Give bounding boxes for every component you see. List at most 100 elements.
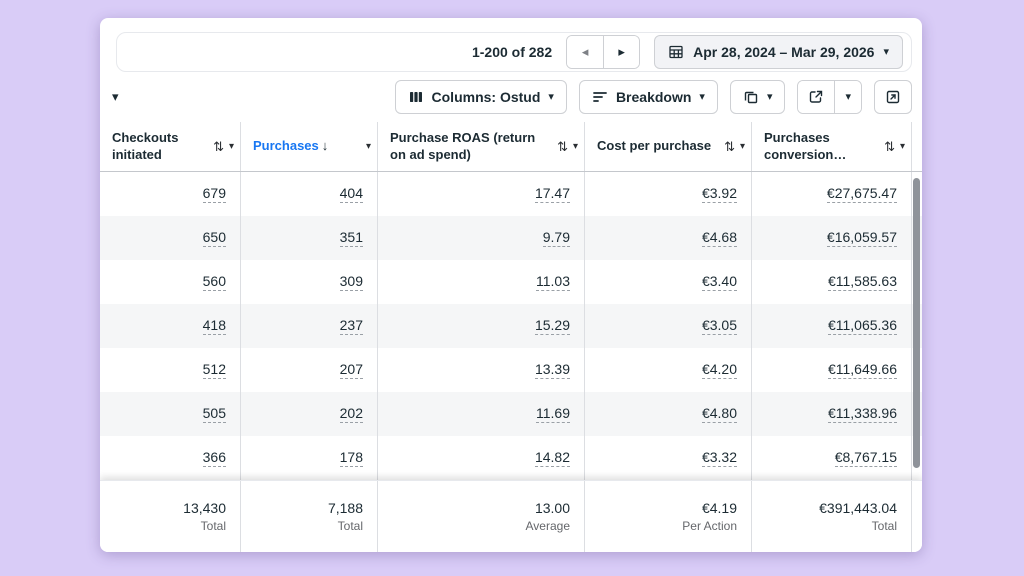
table-cell: €3.32 xyxy=(585,436,752,480)
export-button[interactable] xyxy=(798,81,834,113)
table-cell: €3.92 xyxy=(585,172,752,216)
table-row: 67940417.47€3.92€27,675.47 xyxy=(100,172,922,216)
metric-value: 679 xyxy=(203,185,226,203)
columns-icon xyxy=(408,89,424,105)
sort-icon[interactable]: ⇅ xyxy=(724,140,735,153)
total-cell: €4.19 Per Action xyxy=(585,481,752,552)
next-icon: ▸ xyxy=(618,44,625,60)
breakdown-button-label: Breakdown xyxy=(616,89,691,105)
table-body: 67940417.47€3.92€27,675.476503519.79€4.6… xyxy=(100,172,922,480)
metric-value: 9.79 xyxy=(543,229,570,247)
metrics-table: Checkouts initiated ⇅ ▾ Purchases↓ ▾ Pur… xyxy=(100,122,922,552)
metric-value: 650 xyxy=(203,229,226,247)
total-label: Total xyxy=(338,519,363,533)
export-options-button[interactable]: ▾ xyxy=(834,81,861,113)
scrollbar-gutter xyxy=(912,122,922,171)
table-cell: €4.68 xyxy=(585,216,752,260)
table-row: 50520211.69€4.80€11,338.96 xyxy=(100,392,922,436)
metric-value: €3.40 xyxy=(702,273,737,291)
metric-value: 512 xyxy=(203,361,226,379)
next-page-button[interactable]: ▸ xyxy=(603,36,639,68)
breakdown-button[interactable]: Breakdown ▾ xyxy=(579,80,718,114)
metric-value: €4.68 xyxy=(702,229,737,247)
previous-page-button[interactable]: ◂ xyxy=(567,36,603,68)
chevron-down-icon[interactable]: ▾ xyxy=(740,142,745,152)
columns-button[interactable]: Columns: Ostud ▾ xyxy=(395,80,567,114)
table-cell: €4.20 xyxy=(585,348,752,392)
total-value: €391,443.04 xyxy=(819,500,897,516)
table-cell: 512 xyxy=(100,348,241,392)
table-cell: €27,675.47 xyxy=(752,172,912,216)
table-cell: 351 xyxy=(241,216,378,260)
chevron-down-icon: ▾ xyxy=(845,92,851,103)
table-cell: 9.79 xyxy=(378,216,585,260)
date-range-picker[interactable]: Apr 28, 2024 – Mar 29, 2026 ▾ xyxy=(654,35,903,69)
metric-value: 178 xyxy=(340,449,363,467)
metric-value: 15.29 xyxy=(535,317,570,335)
metric-value: €4.80 xyxy=(702,405,737,423)
chevron-down-icon: ▾ xyxy=(699,92,705,103)
column-header-checkouts-initiated[interactable]: Checkouts initiated ⇅ ▾ xyxy=(100,122,241,171)
table-cell: 11.03 xyxy=(378,260,585,304)
chevron-down-icon: ▾ xyxy=(767,92,773,103)
chevron-down-icon[interactable]: ▾ xyxy=(366,142,371,152)
column-header-purchase-roas[interactable]: Purchase ROAS (return on ad spend) ⇅ ▾ xyxy=(378,122,585,171)
column-header-purchases[interactable]: Purchases↓ ▾ xyxy=(241,122,378,171)
metric-value: €3.05 xyxy=(702,317,737,335)
metric-value: 418 xyxy=(203,317,226,335)
table-cell: €3.40 xyxy=(585,260,752,304)
chevron-down-icon: ▾ xyxy=(548,92,554,103)
chevron-down-icon[interactable]: ▾ xyxy=(900,142,905,152)
total-value: 13,430 xyxy=(183,500,226,516)
export-split-button: ▾ xyxy=(797,80,862,114)
table-cell: 309 xyxy=(241,260,378,304)
columns-button-label: Columns: Ostud xyxy=(432,89,541,105)
table-cell: 418 xyxy=(100,304,241,348)
table-row: 366 178 14.82 €3.32 €8,767.15 xyxy=(100,436,922,480)
chevron-down-icon[interactable]: ▾ xyxy=(229,142,234,152)
table-cell: 17.47 xyxy=(378,172,585,216)
table-row: 41823715.29€3.05€11,065.36 xyxy=(100,304,922,348)
vertical-scrollbar[interactable] xyxy=(913,178,920,468)
total-label: Per Action xyxy=(682,519,737,533)
metric-value: 11.03 xyxy=(536,273,570,291)
top-toolbar: 1-200 of 282 ◂ ▸ Apr 28, 2024 – Mar 29, … xyxy=(116,32,912,72)
table-cell: 15.29 xyxy=(378,304,585,348)
sort-descending-icon: ↓ xyxy=(322,138,329,153)
metric-value: 366 xyxy=(203,449,226,467)
chevron-down-icon[interactable]: ▾ xyxy=(108,89,123,105)
total-cell: €391,443.04 Total xyxy=(752,481,912,552)
metric-value: €11,338.96 xyxy=(828,405,897,423)
sort-icon[interactable]: ⇅ xyxy=(213,140,224,153)
chevron-down-icon[interactable]: ▾ xyxy=(573,142,578,152)
metric-value: €27,675.47 xyxy=(827,185,897,203)
sort-icon[interactable]: ⇅ xyxy=(557,140,568,153)
column-label: Cost per purchase xyxy=(597,138,711,154)
metric-value: €3.32 xyxy=(702,449,737,467)
metric-value: €3.92 xyxy=(702,185,737,203)
reports-button[interactable]: ▾ xyxy=(730,80,786,114)
total-label: Total xyxy=(872,519,897,533)
metric-value: 17.47 xyxy=(535,185,570,203)
table-cell: 178 xyxy=(241,436,378,480)
table-header-row: Checkouts initiated ⇅ ▾ Purchases↓ ▾ Pur… xyxy=(100,122,922,172)
table-cell: 237 xyxy=(241,304,378,348)
table-cell: €11,585.63 xyxy=(752,260,912,304)
total-cell: 13,430Total xyxy=(100,481,241,552)
total-value: €4.19 xyxy=(702,500,737,516)
column-header-cost-per-purchase[interactable]: Cost per purchase ⇅ ▾ xyxy=(585,122,752,171)
table-cell: 14.82 xyxy=(378,436,585,480)
table-cell: 11.69 xyxy=(378,392,585,436)
sort-icon[interactable]: ⇅ xyxy=(884,140,895,153)
toolbar-buttons: Columns: Ostud ▾ Breakdown ▾ xyxy=(395,80,912,114)
open-report-button[interactable] xyxy=(874,80,912,114)
table-cell: 505 xyxy=(100,392,241,436)
column-header-purchases-conversion[interactable]: Purchases conversion… ⇅ ▾ xyxy=(752,122,912,171)
total-cell: 13.00Average xyxy=(378,481,585,552)
table-cell: 679 xyxy=(100,172,241,216)
metric-value: 14.82 xyxy=(535,449,570,467)
metric-value: 207 xyxy=(340,361,363,379)
totals-row: 13,430Total7,188Total13.00Average€4.19Pe… xyxy=(100,480,922,552)
table-cell: €8,767.15 xyxy=(752,436,912,480)
metric-value: €11,649.66 xyxy=(828,361,897,379)
